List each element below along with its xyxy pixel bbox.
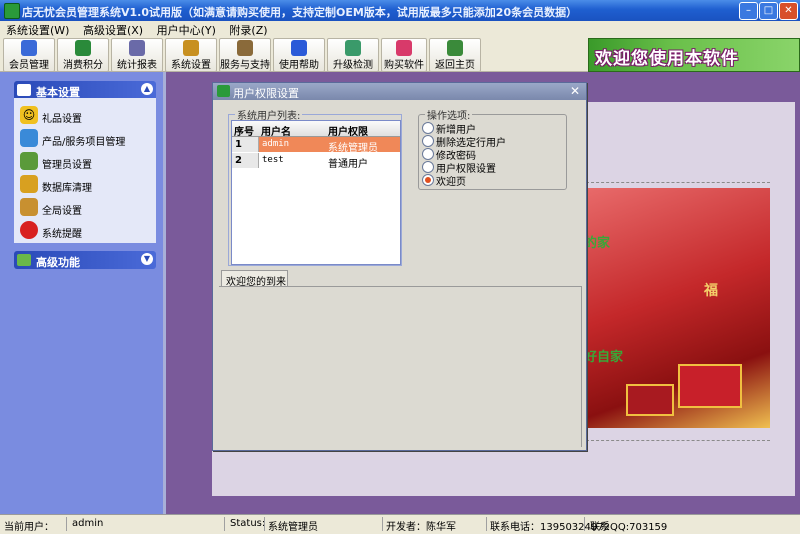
table-header: 序号 用户名 用户权限 [232,121,400,138]
tab-panel [219,286,582,447]
report-icon [129,40,145,56]
radio-icon [422,148,434,160]
gift-box [678,364,742,408]
expand-icon[interactable]: ▼ [141,253,153,265]
service-support-button[interactable]: 服务与支持 [219,38,271,72]
menu-user-center[interactable]: 用户中心(Y) [151,21,220,38]
menu-system-settings[interactable]: 系统设置(W) [0,21,73,38]
advanced-icon [17,254,31,266]
home-button[interactable]: 返回主页 [429,38,481,72]
alarm-icon [20,221,38,239]
member-management-button[interactable]: 会员管理 [3,38,55,72]
dialog-title-bar: 用户权限设置 ✕ [213,83,586,100]
buy-icon [396,40,412,56]
table-row[interactable]: 1 admin 系统管理员 [232,137,400,154]
menu-advanced-settings[interactable]: 高级设置(X) [77,21,147,38]
divider-bottom [586,440,770,441]
status-bar: 当前用户： admin Status: 系统管理员 开发者：陈华军 联系电话：1… [0,514,800,534]
upgrade-check-button[interactable]: 升级检测 [327,38,379,72]
divider [586,182,770,183]
user-permission-dialog: 用户权限设置 ✕ 系统用户列表: 序号 用户名 用户权限 1 admin 系统管… [212,82,587,451]
database-icon [20,175,38,193]
close-button[interactable]: ✕ [779,2,798,20]
member-icon [21,40,37,56]
basic-settings-panel: ☺ 礼品设置 产品/服务项目管理 管理员设置 数据库清理 全局设置 系统提醒 [14,98,156,243]
grid-icon [17,84,31,96]
user-table: 序号 用户名 用户权限 1 admin 系统管理员 2 test 普通用户 [231,120,401,265]
app-icon [4,3,20,19]
welcome-banner: 欢迎您使用本软件 [588,38,800,72]
gift-box-small [626,384,674,416]
dialog-close-button[interactable]: ✕ [570,84,580,98]
window-title: 店无忧会员管理系统V1.0试用版（如满意请购买使用，支持定制OEM版本，试用版最… [22,6,578,19]
contact-qq: 联系QQ:703159 [590,522,668,533]
support-icon [237,40,253,56]
product-icon [20,129,38,147]
developer-info: 开发者：陈华军 [386,522,456,533]
menu-bar: 系统设置(W) 高级设置(X) 用户中心(Y) 附录(Z) [0,21,800,38]
col-role[interactable]: 用户权限 [328,123,368,138]
collapse-icon[interactable]: ▲ [141,83,153,95]
maximize-button[interactable]: □ [759,2,778,20]
upgrade-icon [345,40,361,56]
advanced-features-header[interactable]: 高级功能 ▼ [14,251,156,269]
col-no[interactable]: 序号 [234,123,254,138]
basic-settings-header[interactable]: 基本设置 ▲ [14,81,156,99]
current-user-label: 当前用户： [4,522,54,533]
tab-welcome[interactable]: 欢迎您的到来 [221,270,288,288]
menu-appendix[interactable]: 附录(Z) [223,21,271,38]
settings-icon [183,40,199,56]
minimize-button[interactable]: – [739,2,758,20]
col-username[interactable]: 用户名 [261,123,291,138]
system-settings-button[interactable]: 系统设置 [165,38,217,72]
radio-icon [422,122,434,134]
home-icon [447,40,463,56]
radio-selected-icon [422,174,434,186]
banner-text: 欢迎您使用本软件 [595,49,739,69]
help-icon [291,40,307,56]
points-icon [75,40,91,56]
title-bar: 店无忧会员管理系统V1.0试用版（如满意请购买使用，支持定制OEM版本，试用版最… [0,0,800,21]
table-row[interactable]: 2 test 普通用户 [232,153,400,170]
dialog-app-icon [217,85,230,97]
global-settings-icon [20,198,38,216]
status-value: 系统管理员 [268,522,318,533]
user-list-group: 系统用户列表: 序号 用户名 用户权限 1 admin 系统管理员 2 test… [228,107,402,266]
radio-icon [422,161,434,173]
buy-software-button[interactable]: 购买软件 [381,38,427,72]
statistics-report-button[interactable]: 统计报表 [111,38,163,72]
dialog-title: 用户权限设置 [233,87,299,100]
welcome-picture: 的家 福 好自家 [586,188,770,428]
smiley-icon: ☺ [20,106,38,124]
help-button[interactable]: 使用帮助 [273,38,325,72]
current-user-value: admin [72,518,104,529]
operation-options-group: 操作选项: 新增用户 删除选定行用户 修改密码 用户权限设置 欢迎页 [418,107,567,190]
users-icon [20,152,38,170]
status-label: Status: [230,518,266,529]
consume-points-button[interactable]: 消费积分 [57,38,109,72]
radio-icon [422,135,434,147]
